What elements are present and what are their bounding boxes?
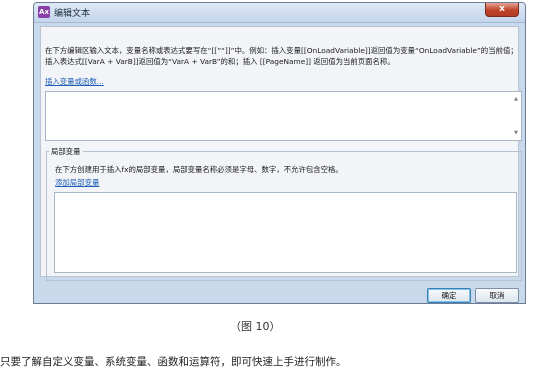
title-bar[interactable]: Ax 编辑文本 x (34, 3, 525, 23)
intro-text: 在下方编辑区输入文本，变量名称或表达式要写在“[[”“]]”中。例如：插入变量[… (45, 46, 518, 66)
local-variables-list[interactable] (54, 192, 517, 273)
local-variables-legend: 局部变量 (49, 146, 83, 157)
add-local-variable-link[interactable]: 添加局部变量 (55, 177, 99, 188)
footer-text: 只要了解自定义变量、系统变量、函数和运算符，即可快速上手进行制作。 (0, 356, 347, 368)
dialog-title: 编辑文本 (54, 9, 91, 19)
close-button[interactable]: x (485, 3, 519, 17)
local-variables-description: 在下方创建用于插入fx的局部变量，局部变量名称必须是字母、数字，不允许包含空格。 (55, 165, 343, 174)
ok-button[interactable]: 确定 (427, 288, 471, 303)
insert-variable-link[interactable]: 插入变量或函数... (45, 76, 104, 87)
figure-caption: （图 10） (230, 320, 281, 333)
cancel-button[interactable]: 取消 (475, 288, 519, 303)
scroll-up-arrow-icon[interactable]: ▲ (514, 96, 518, 102)
edit-text-dialog: Ax 编辑文本 x 在下方编辑区输入文本，变量名称或表达式要写在“[[”“]]”… (33, 2, 526, 304)
text-editor[interactable]: ▲ ▼ (45, 91, 522, 141)
dialog-content: 在下方编辑区输入文本，变量名称或表达式要写在“[[”“]]”中。例如：插入变量[… (40, 26, 522, 281)
scroll-down-arrow-icon[interactable]: ▼ (514, 130, 518, 136)
app-icon: Ax (38, 6, 50, 18)
